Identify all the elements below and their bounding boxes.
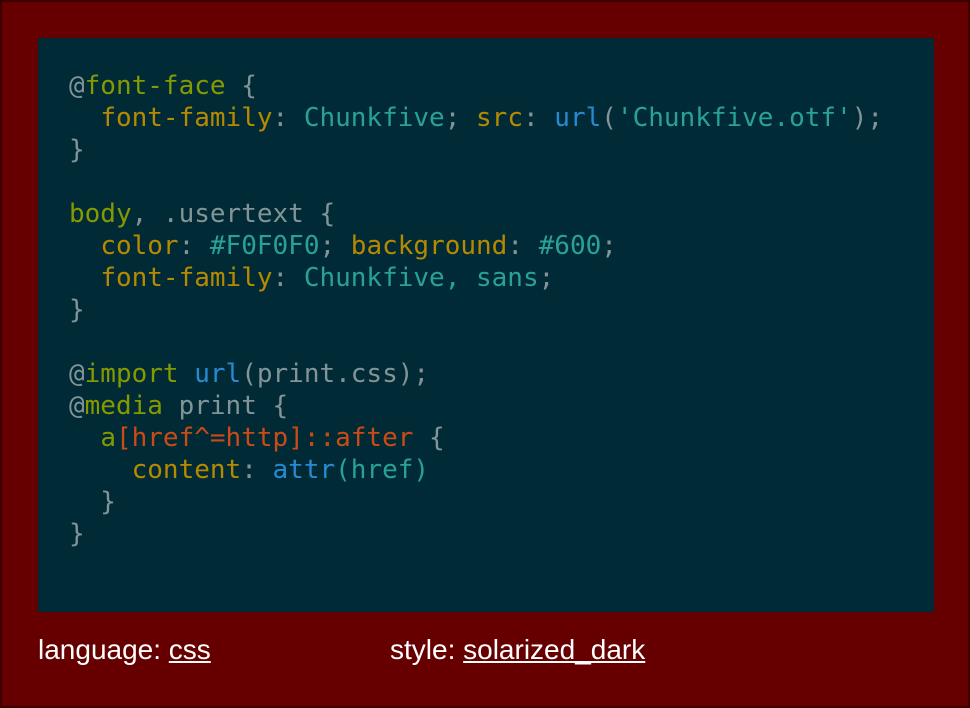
language-link[interactable]: css: [169, 634, 211, 665]
code-token: :: [272, 103, 304, 133]
code-block: @font-face { font-family: Chunkfive; src…: [69, 70, 883, 550]
code-token: (: [601, 103, 617, 133]
code-token: @: [69, 391, 85, 421]
code-line: @import url(print.css);: [69, 358, 883, 390]
code-token: #600: [538, 231, 602, 261]
code-token: );: [851, 103, 884, 133]
code-token: @: [69, 71, 85, 101]
code-token: 'Chunkfive.otf': [616, 103, 852, 133]
code-line: body, .usertext {: [69, 198, 883, 230]
code-token: @: [69, 359, 85, 389]
code-line: }: [69, 134, 883, 166]
code-token: font-family: [100, 103, 273, 133]
code-token: a: [100, 423, 116, 453]
language-label: language:: [38, 634, 169, 665]
code-line: }: [69, 294, 883, 326]
code-token: :: [241, 455, 273, 485]
code-token: }: [69, 487, 116, 517]
code-token: :: [522, 103, 555, 133]
code-line: color: #F0F0F0; background: #600;: [69, 230, 883, 262]
code-token: url: [194, 359, 242, 389]
code-panel: @font-face { font-family: Chunkfive; src…: [38, 38, 934, 612]
code-token: #F0F0F0: [209, 231, 320, 261]
code-token: }: [69, 295, 85, 325]
code-token: Chunkfive: [303, 103, 445, 133]
code-token: background: [350, 231, 508, 261]
style-label: style:: [390, 634, 464, 665]
code-token: ;: [444, 103, 477, 133]
code-line: }: [69, 486, 883, 518]
style-link[interactable]: solarized_dark: [463, 634, 645, 665]
code-token: url: [554, 103, 602, 133]
code-token: print {: [162, 391, 289, 421]
code-token: color: [100, 231, 179, 261]
code-token: :: [272, 263, 304, 293]
code-line: font-family: Chunkfive, sans;: [69, 262, 883, 294]
code-token: font-family: [100, 263, 273, 293]
code-token: attr: [272, 455, 336, 485]
code-token: ;: [319, 231, 351, 261]
code-token: font-face: [84, 71, 226, 101]
code-token: [href^=http]::after: [115, 423, 414, 453]
language-footer: language: css: [38, 632, 211, 668]
code-token: :: [178, 231, 210, 261]
code-line: @media print {: [69, 390, 883, 422]
code-token: , .usertext {: [131, 199, 336, 229]
code-token: (href): [335, 455, 430, 485]
code-token: (print.css);: [241, 359, 430, 389]
style-footer: style: solarized_dark: [390, 632, 645, 668]
code-token: body: [69, 199, 132, 229]
code-line: content: attr(href): [69, 454, 883, 486]
code-token: {: [413, 423, 445, 453]
code-token: src: [476, 103, 523, 133]
code-line: font-family: Chunkfive; src: url('Chunkf…: [69, 102, 883, 134]
code-token: }: [69, 519, 85, 549]
code-line: }: [69, 518, 883, 550]
code-line: a[href^=http]::after {: [69, 422, 883, 454]
code-line: @font-face {: [69, 70, 883, 102]
code-token: {: [225, 71, 257, 101]
code-token: ;: [601, 231, 617, 261]
code-token: content: [131, 455, 242, 485]
code-token: :: [507, 231, 539, 261]
code-token: Chunkfive, sans: [303, 263, 539, 293]
code-token: }: [69, 135, 85, 165]
code-token: ;: [538, 263, 555, 293]
code-token: media: [84, 391, 163, 421]
code-token: import: [84, 359, 179, 389]
